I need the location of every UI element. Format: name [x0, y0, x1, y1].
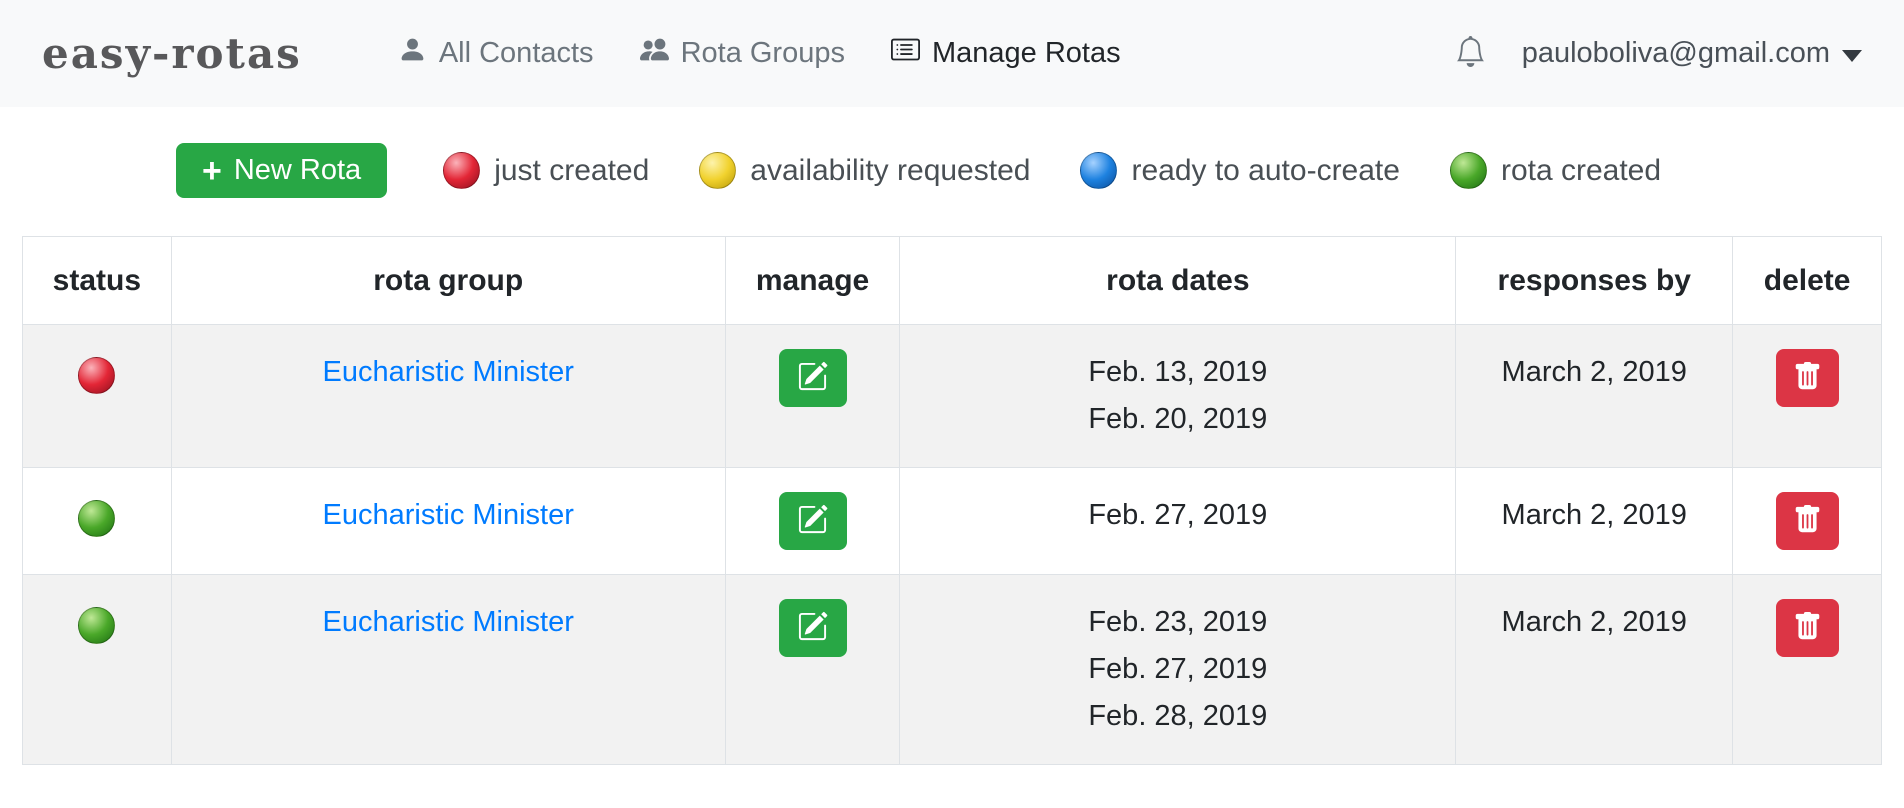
card-list-icon — [891, 35, 920, 72]
delete-rota-button[interactable] — [1776, 492, 1839, 550]
legend-label: ready to auto-create — [1131, 154, 1400, 188]
table-row: Eucharistic Minister Feb. 23, 2019 Feb. … — [23, 575, 1882, 765]
rota-dates-cell: Feb. 23, 2019 Feb. 27, 2019 Feb. 28, 201… — [900, 575, 1456, 765]
nav-item-rota-groups[interactable]: Rota Groups — [640, 35, 845, 72]
status-dot-green — [1450, 152, 1487, 189]
edit-rota-button[interactable] — [779, 599, 847, 657]
nav-item-label: Rota Groups — [681, 37, 845, 70]
table-row: Eucharistic Minister Feb. 27, 2019 March… — [23, 468, 1882, 575]
trash-icon — [1793, 612, 1822, 644]
rota-group-link[interactable]: Eucharistic Minister — [323, 499, 574, 531]
responses-by-cell: March 2, 2019 — [1456, 468, 1733, 575]
nav-items: All Contacts Rota Groups Manage Rotas — [398, 35, 1121, 72]
header-manage: manage — [725, 237, 900, 325]
user-menu[interactable]: pauloboliva@gmail.com — [1522, 37, 1862, 70]
delete-cell — [1733, 575, 1882, 765]
rotas-table-wrap: status rota group manage rota dates resp… — [22, 236, 1882, 765]
rota-group-cell: Eucharistic Minister — [171, 325, 725, 468]
status-dot-red — [443, 152, 480, 189]
trash-icon — [1793, 505, 1822, 537]
delete-rota-button[interactable] — [1776, 599, 1839, 657]
status-dot — [78, 357, 115, 394]
rota-date: Feb. 23, 2019 — [914, 599, 1441, 646]
rota-date: Feb. 13, 2019 — [914, 349, 1441, 396]
nav-item-manage-rotas[interactable]: Manage Rotas — [891, 35, 1121, 72]
rota-dates-cell: Feb. 13, 2019 Feb. 20, 2019 — [900, 325, 1456, 468]
nav-item-label: Manage Rotas — [932, 37, 1121, 70]
plus-icon: + — [202, 157, 222, 185]
delete-cell — [1733, 325, 1882, 468]
manage-cell — [725, 468, 900, 575]
pencil-square-icon — [797, 504, 828, 538]
rota-group-cell: Eucharistic Minister — [171, 468, 725, 575]
status-cell — [23, 325, 172, 468]
header-status: status — [23, 237, 172, 325]
rota-date: Feb. 28, 2019 — [914, 693, 1441, 740]
header-rota-group: rota group — [171, 237, 725, 325]
edit-rota-button[interactable] — [779, 349, 847, 407]
bell-icon[interactable] — [1455, 36, 1486, 72]
new-rota-label: New Rota — [234, 154, 361, 187]
toolbar: + New Rota just created availability req… — [176, 143, 1904, 198]
header-rota-dates: rota dates — [900, 237, 1456, 325]
delete-rota-button[interactable] — [1776, 349, 1839, 407]
legend-item-ready-to-auto-create: ready to auto-create — [1080, 152, 1400, 189]
delete-cell — [1733, 468, 1882, 575]
person-icon — [398, 35, 427, 72]
trash-icon — [1793, 362, 1822, 394]
nav-item-label: All Contacts — [439, 37, 594, 70]
rotas-table: status rota group manage rota dates resp… — [22, 236, 1882, 765]
status-dot-blue — [1080, 152, 1117, 189]
manage-cell — [725, 325, 900, 468]
status-cell — [23, 575, 172, 765]
rota-date: Feb. 27, 2019 — [914, 646, 1441, 693]
rota-dates-cell: Feb. 27, 2019 — [900, 468, 1456, 575]
legend-item-rota-created: rota created — [1450, 152, 1661, 189]
responses-by-cell: March 2, 2019 — [1456, 575, 1733, 765]
pencil-square-icon — [797, 361, 828, 395]
legend-label: rota created — [1501, 154, 1661, 188]
status-dot — [78, 607, 115, 644]
brand-logo[interactable]: easy-rotas — [42, 29, 302, 78]
pencil-square-icon — [797, 611, 828, 645]
rota-group-link[interactable]: Eucharistic Minister — [323, 606, 574, 638]
navbar-right: pauloboliva@gmail.com — [1455, 36, 1862, 72]
responses-by-cell: March 2, 2019 — [1456, 325, 1733, 468]
legend-label: availability requested — [750, 154, 1030, 188]
legend-item-availability-requested: availability requested — [699, 152, 1030, 189]
user-email: pauloboliva@gmail.com — [1522, 37, 1830, 70]
rota-group-cell: Eucharistic Minister — [171, 575, 725, 765]
table-row: Eucharistic Minister Feb. 13, 2019 Feb. … — [23, 325, 1882, 468]
legend-label: just created — [494, 154, 649, 188]
rota-group-link[interactable]: Eucharistic Minister — [323, 356, 574, 388]
status-dot — [78, 500, 115, 537]
status-cell — [23, 468, 172, 575]
navbar: easy-rotas All Contacts Rota Groups Mana… — [0, 0, 1904, 107]
rota-date: Feb. 20, 2019 — [914, 396, 1441, 443]
header-delete: delete — [1733, 237, 1882, 325]
people-icon — [640, 35, 669, 72]
table-header-row: status rota group manage rota dates resp… — [23, 237, 1882, 325]
edit-rota-button[interactable] — [779, 492, 847, 550]
rota-date: Feb. 27, 2019 — [914, 492, 1441, 539]
manage-cell — [725, 575, 900, 765]
nav-item-all-contacts[interactable]: All Contacts — [398, 35, 594, 72]
header-responses-by: responses by — [1456, 237, 1733, 325]
new-rota-button[interactable]: + New Rota — [176, 143, 387, 198]
status-dot-yellow — [699, 152, 736, 189]
caret-down-icon — [1842, 50, 1862, 62]
legend-item-just-created: just created — [443, 152, 649, 189]
status-legend: just created availability requested read… — [443, 152, 1661, 189]
